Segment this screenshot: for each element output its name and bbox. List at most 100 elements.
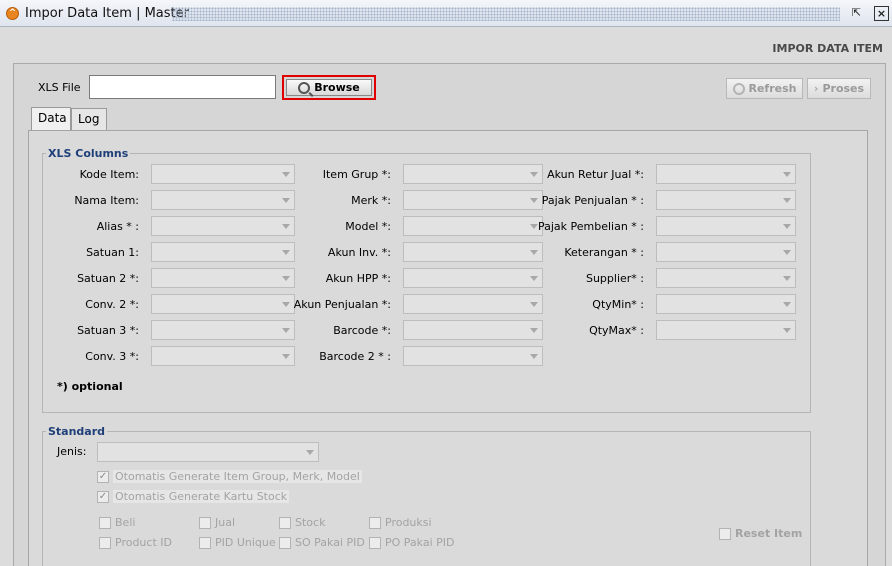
item-grup-label: Item Grup *:: [322, 168, 391, 181]
restore-icon[interactable]: ⇱: [849, 6, 864, 21]
checkbox-icon: [199, 516, 211, 529]
model-combo[interactable]: [403, 216, 543, 236]
tab-data[interactable]: Data: [31, 107, 71, 130]
browse-label: Browse: [314, 81, 360, 94]
arrow-right-icon: ›: [813, 82, 819, 95]
xls-file-label: XLS File: [38, 81, 81, 94]
proses-button[interactable]: › Proses: [807, 78, 871, 99]
akun-retur-jual-combo[interactable]: [656, 164, 796, 184]
jenis-label: Jenis:: [57, 445, 87, 458]
chevron-down-icon: [783, 328, 791, 333]
check-beli[interactable]: Beli: [99, 516, 135, 529]
chevron-down-icon: [282, 328, 290, 333]
checkbox-icon: [279, 516, 291, 529]
kode-item-combo[interactable]: [151, 164, 295, 184]
kode-item-label: Kode Item:: [79, 168, 139, 181]
chevron-down-icon: [282, 224, 290, 229]
check-po-pakai-pid[interactable]: PO Pakai PID: [369, 536, 455, 549]
chevron-down-icon: [530, 328, 538, 333]
chevron-down-icon: [530, 224, 538, 229]
supplier-combo[interactable]: [656, 268, 796, 288]
barcode-2-combo[interactable]: [403, 346, 543, 366]
conv-3-combo[interactable]: [151, 346, 295, 366]
chevron-down-icon: [282, 198, 290, 203]
check-label: Stock: [295, 516, 326, 529]
check-label: Produksi: [385, 516, 432, 529]
xls-file-input[interactable]: [89, 75, 276, 99]
check-label: PO Pakai PID: [385, 536, 455, 549]
title-drag-area[interactable]: [172, 7, 840, 21]
akun-penjualan-combo[interactable]: [403, 294, 543, 314]
check-label: SO Pakai PID: [295, 536, 365, 549]
refresh-label: Refresh: [748, 82, 797, 95]
qtymin-combo[interactable]: [656, 294, 796, 314]
window-title: Impor Data Item | Master: [25, 6, 189, 21]
chevron-down-icon: [530, 276, 538, 281]
check-generate-kartu-stock[interactable]: ✓ Otomatis Generate Kartu Stock: [97, 490, 290, 503]
pajak-penjualan-combo[interactable]: [656, 190, 796, 210]
browse-highlight: Browse: [282, 75, 376, 100]
page-title: IMPOR DATA ITEM: [772, 42, 883, 55]
check-produksi[interactable]: Produksi: [369, 516, 432, 529]
satuan-3-combo[interactable]: [151, 320, 295, 340]
check-pid-unique[interactable]: PID Unique: [199, 536, 276, 549]
keterangan-combo[interactable]: [656, 242, 796, 262]
chevron-down-icon: [783, 276, 791, 281]
tab-log-label: Log: [78, 112, 100, 126]
check-jual[interactable]: Jual: [199, 516, 235, 529]
keterangan-label: Keterangan * :: [564, 246, 644, 259]
browse-button[interactable]: Browse: [286, 79, 372, 96]
chevron-down-icon: [783, 302, 791, 307]
chevron-down-icon: [783, 250, 791, 255]
proses-label: Proses: [822, 82, 865, 95]
checkbox-icon: [99, 516, 111, 529]
check-so-pakai-pid[interactable]: SO Pakai PID: [279, 536, 365, 549]
chevron-down-icon: [306, 450, 314, 455]
satuan-2-combo[interactable]: [151, 268, 295, 288]
supplier-label: Supplier* :: [585, 272, 644, 285]
checkbox-icon: [719, 527, 731, 540]
qtymax-label: QtyMax* :: [589, 324, 644, 337]
refresh-icon: [732, 82, 745, 95]
alias-combo[interactable]: [151, 216, 295, 236]
chevron-down-icon: [282, 172, 290, 177]
check-generate-item-group[interactable]: ✓ Otomatis Generate Item Group, Merk, Mo…: [97, 470, 362, 483]
title-bar: ^ Impor Data Item | Master ⇱ ×: [0, 0, 892, 27]
checkbox-icon: [99, 536, 111, 549]
merk-combo[interactable]: [403, 190, 543, 210]
pajak-pembelian-combo[interactable]: [656, 216, 796, 236]
checkbox-checked-icon: ✓: [97, 470, 109, 483]
conv-2-combo[interactable]: [151, 294, 295, 314]
tab-log[interactable]: Log: [71, 108, 107, 130]
chevron-down-icon: [783, 224, 791, 229]
barcode-combo[interactable]: [403, 320, 543, 340]
chevron-down-icon: [783, 172, 791, 177]
barcode-2-label: Barcode 2 * :: [319, 350, 391, 363]
check-label: Beli: [115, 516, 136, 529]
chevron-down-icon: [282, 354, 290, 359]
nama-item-combo[interactable]: [151, 190, 295, 210]
satuan-1-combo[interactable]: [151, 242, 295, 262]
chevron-down-icon: [530, 302, 538, 307]
akun-hpp-combo[interactable]: [403, 268, 543, 288]
item-grup-combo[interactable]: [403, 164, 543, 184]
qtymax-combo[interactable]: [656, 320, 796, 340]
app-icon: ^: [6, 7, 19, 20]
nama-item-label: Nama Item:: [74, 194, 139, 207]
conv-2-label: Conv. 2 *:: [85, 298, 139, 311]
akun-inv-label: Akun Inv. *:: [327, 246, 391, 259]
refresh-button[interactable]: Refresh: [726, 78, 803, 99]
standard-title: Standard: [46, 425, 108, 438]
check-label: Jual: [215, 516, 236, 529]
checkbox-icon: [199, 536, 211, 549]
akun-inv-combo[interactable]: [403, 242, 543, 262]
close-icon[interactable]: ×: [874, 6, 889, 21]
check-product-id[interactable]: Product ID: [99, 536, 172, 549]
check-label: Product ID: [115, 536, 172, 549]
check-label: PID Unique: [215, 536, 276, 549]
chevron-down-icon: [530, 354, 538, 359]
akun-hpp-label: Akun HPP *:: [325, 272, 391, 285]
check-stock[interactable]: Stock: [279, 516, 325, 529]
check-reset-item[interactable]: Reset Item: [719, 527, 802, 540]
jenis-combo[interactable]: [97, 442, 319, 462]
